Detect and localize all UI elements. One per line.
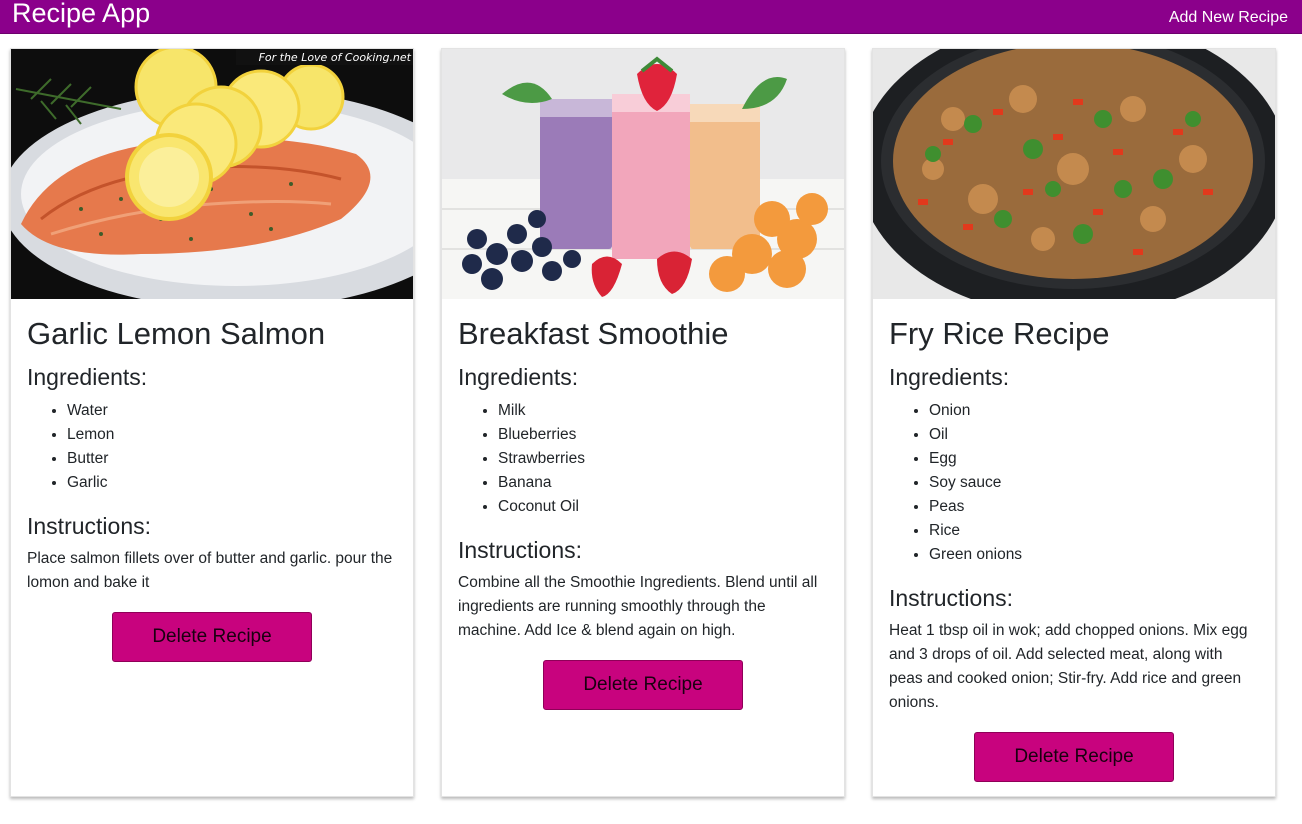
recipe-title: Garlic Lemon Salmon: [27, 316, 326, 351]
instructions-heading: Instructions:: [458, 536, 582, 563]
delete-recipe-button[interactable]: Delete Recipe: [112, 612, 312, 663]
ingredient-item: Egg: [929, 447, 1259, 471]
ingredient-item: Strawberries: [498, 447, 828, 471]
ingredient-item: Green onions: [929, 543, 1259, 567]
recipe-image: For the Love of Cooking.net: [11, 49, 413, 299]
recipe-image: [873, 49, 1275, 299]
ingredient-item: Butter: [67, 447, 397, 471]
recipe-title: Breakfast Smoothie: [458, 316, 729, 351]
brand-title[interactable]: Recipe App: [12, 0, 150, 27]
ingredient-item: Banana: [498, 471, 828, 495]
ingredient-item: Water: [67, 399, 397, 423]
ingredient-item: Blueberries: [498, 423, 828, 447]
instructions-text: Place salmon fillets over of butter and …: [27, 550, 393, 592]
delete-recipe-button[interactable]: Delete Recipe: [974, 732, 1174, 783]
instructions-text: Combine all the Smoothie Ingredients. Bl…: [458, 574, 818, 640]
ingredient-item: Onion: [929, 399, 1259, 423]
ingredient-item: Peas: [929, 495, 1259, 519]
recipe-card: For the Love of Cooking.net Garlic Lemon…: [10, 48, 414, 797]
ingredients-list: Onion Oil Egg Soy sauce Peas Rice Green …: [889, 399, 1259, 567]
recipe-card: Fry Rice Recipe Ingredients: Onion Oil E…: [872, 48, 1276, 797]
recipe-card: Breakfast Smoothie Ingredients: Milk Blu…: [441, 48, 845, 797]
recipe-title: Fry Rice Recipe: [889, 316, 1110, 351]
ingredients-list: Water Lemon Butter Garlic: [27, 399, 397, 495]
ingredient-item: Coconut Oil: [498, 495, 828, 519]
instructions-heading: Instructions:: [27, 512, 151, 539]
ingredients-list: Milk Blueberries Strawberries Banana Coc…: [458, 399, 828, 519]
instructions-heading: Instructions:: [889, 584, 1013, 611]
ingredient-item: Lemon: [67, 423, 397, 447]
ingredient-item: Oil: [929, 423, 1259, 447]
ingredients-heading: Ingredients:: [458, 364, 579, 391]
ingredient-item: Garlic: [67, 471, 397, 495]
instructions-text: Heat 1 tbsp oil in wok; add chopped onio…: [889, 622, 1248, 712]
add-new-recipe-link[interactable]: Add New Recipe: [1169, 9, 1288, 27]
navbar: Recipe App Add New Recipe: [0, 0, 1302, 34]
ingredients-heading: Ingredients:: [27, 364, 148, 391]
recipe-image: [442, 49, 844, 299]
ingredients-heading: Ingredients:: [889, 364, 1010, 391]
image-watermark: For the Love of Cooking.net: [259, 51, 412, 64]
ingredient-item: Rice: [929, 519, 1259, 543]
ingredient-item: Soy sauce: [929, 471, 1259, 495]
ingredient-item: Milk: [498, 399, 828, 423]
delete-recipe-button[interactable]: Delete Recipe: [543, 660, 743, 711]
